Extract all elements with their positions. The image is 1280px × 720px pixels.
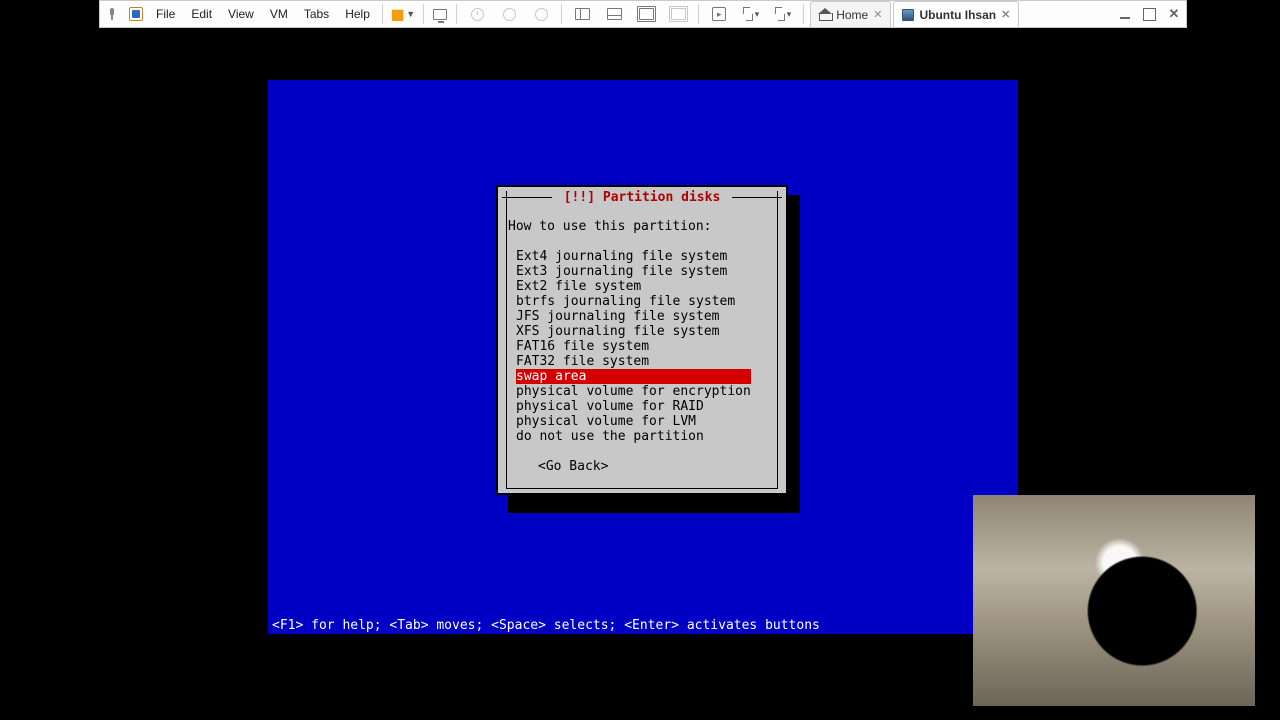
close-tab-icon[interactable]: ✕ [873, 8, 882, 21]
partition-option[interactable]: swap area [516, 369, 751, 384]
partition-option[interactable]: JFS journaling file system [516, 309, 751, 324]
menu-edit[interactable]: Edit [183, 1, 220, 27]
minimize-button[interactable] [1117, 6, 1133, 22]
partition-dialog: [!!] Partition disks How to use this par… [496, 185, 788, 495]
menu-bar: File Edit View VM Tabs Help [148, 1, 378, 27]
partition-option[interactable]: XFS journaling file system [516, 324, 751, 339]
home-icon [819, 9, 831, 21]
menu-tabs[interactable]: Tabs [296, 1, 337, 27]
revert-icon[interactable] [501, 6, 517, 22]
split-horizontal-icon[interactable] [606, 6, 622, 22]
partition-option[interactable]: Ext4 journaling file system [516, 249, 751, 264]
stretch-icon[interactable]: ▾ [775, 6, 791, 22]
partition-option[interactable]: btrfs journaling file system [516, 294, 751, 309]
menu-vm[interactable]: VM [262, 1, 296, 27]
snapshot-icon[interactable] [469, 6, 485, 22]
pin-icon[interactable] [104, 6, 120, 22]
partition-option[interactable]: Ext2 file system [516, 279, 751, 294]
close-window-button[interactable]: ✕ [1166, 6, 1182, 22]
menu-help[interactable]: Help [337, 1, 378, 27]
console-icon[interactable]: ▸ [711, 6, 727, 22]
snapshot-controls [461, 6, 557, 22]
menu-file[interactable]: File [148, 1, 183, 27]
pause-vm-button[interactable]: ▮▮ [391, 6, 402, 23]
partition-option[interactable]: FAT16 file system [516, 339, 751, 354]
window-controls: ✕ [1117, 1, 1182, 27]
webcam-overlay [973, 495, 1255, 706]
manage-snapshots-icon[interactable] [533, 6, 549, 22]
console-controls: ▸ ▾ ▾ [703, 6, 799, 22]
view-controls [566, 6, 694, 22]
close-tab-icon[interactable]: ✕ [1001, 8, 1010, 21]
partition-option[interactable]: physical volume for RAID [516, 399, 751, 414]
send-to-vm-icon[interactable] [432, 6, 448, 22]
exit-unity-icon [670, 6, 686, 22]
installer-help-bar: <F1> for help; <Tab> moves; <Space> sele… [268, 616, 1018, 634]
app-toolbar: File Edit View VM Tabs Help ▮▮ ▼ ▸ ▾ ▾ H… [99, 0, 1187, 28]
menu-view[interactable]: View [220, 1, 262, 27]
vm-icon [902, 9, 914, 21]
dialog-prompt: How to use this partition: [508, 219, 712, 234]
tab-ubuntu-ihsan[interactable]: Ubuntu Ihsan ✕ [893, 1, 1019, 27]
tab-label: Ubuntu Ihsan [919, 8, 996, 22]
power-dropdown-icon[interactable]: ▼ [406, 9, 415, 19]
partition-option[interactable]: Ext3 journaling file system [516, 264, 751, 279]
vm-tab-bar: Home ✕ Ubuntu Ihsan ✕ [810, 1, 1021, 27]
split-vertical-icon[interactable] [574, 6, 590, 22]
partition-use-options: Ext4 journaling file systemExt3 journali… [516, 249, 751, 444]
tab-label: Home [836, 8, 868, 22]
vbox-icon[interactable] [128, 6, 144, 22]
partition-option[interactable]: physical volume for LVM [516, 414, 751, 429]
dialog-title: [!!] Partition disks [498, 190, 786, 205]
partition-option[interactable]: physical volume for encryption [516, 384, 751, 399]
vm-power-controls: ▮▮ ▼ [387, 6, 419, 23]
unity-icon[interactable] [638, 6, 654, 22]
tab-home[interactable]: Home ✕ [810, 1, 891, 27]
fullscreen-icon[interactable]: ▾ [743, 6, 759, 22]
go-back-button[interactable]: <Go Back> [538, 459, 608, 474]
partition-option[interactable]: do not use the partition [516, 429, 751, 444]
maximize-button[interactable] [1143, 8, 1156, 21]
partition-option[interactable]: FAT32 file system [516, 354, 751, 369]
